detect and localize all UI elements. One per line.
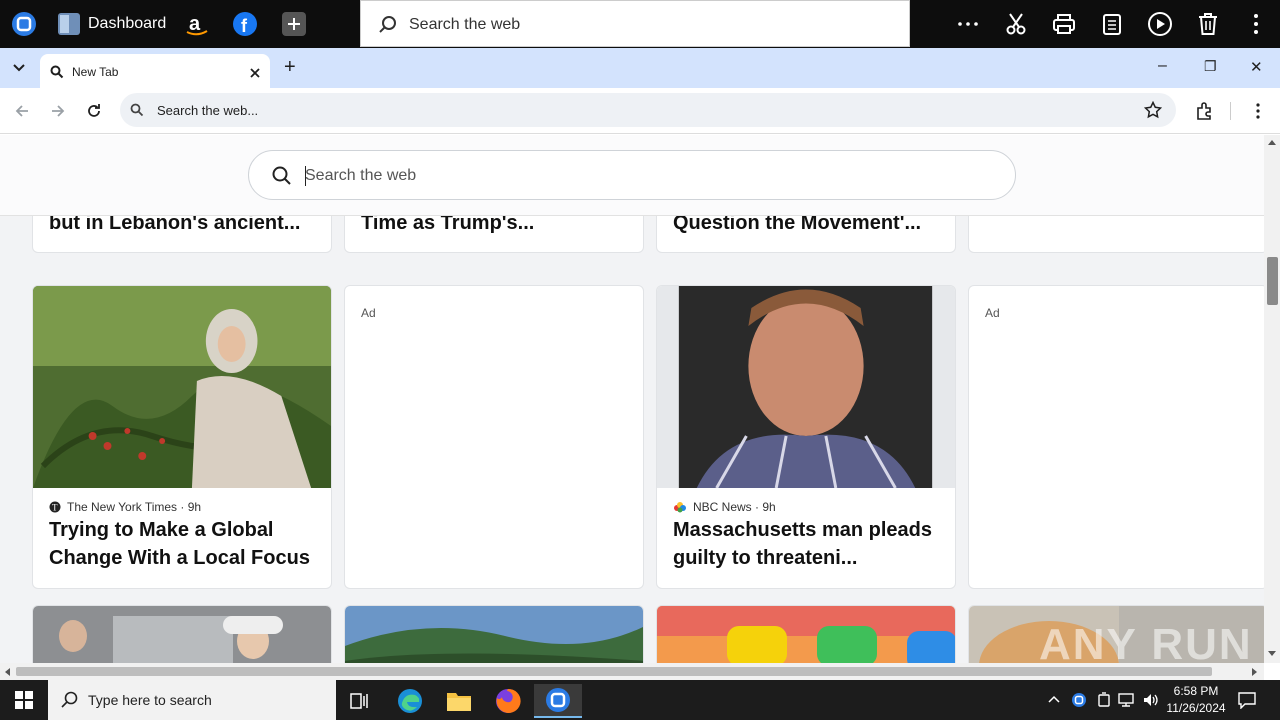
play-icon[interactable] [1146,10,1174,38]
dashboard-label[interactable]: Dashboard [88,15,166,33]
svg-text:f: f [241,16,248,36]
article-image [33,606,331,663]
vertical-scroll-thumb[interactable] [1267,257,1278,305]
forward-icon[interactable] [50,103,66,119]
minimize-button[interactable]: – [1158,57,1167,75]
page-content: Search the web but in Lebanon's ancient.… [0,135,1264,663]
taskbar-search-placeholder: Type here to search [88,692,212,708]
chevron-up-icon[interactable] [1048,695,1060,703]
article-image [657,606,955,663]
tab-new-tab[interactable]: New Tab [40,54,270,88]
search-icon [272,166,291,185]
dashboard-icon[interactable] [55,10,83,38]
menu-icon[interactable] [1242,10,1270,38]
tab-list-chevron-icon[interactable] [6,58,32,78]
new-tab-button[interactable]: + [284,56,296,79]
news-card[interactable]: NBC News · 9h Massachusetts man pleads g… [656,285,956,589]
device-icon[interactable] [1096,692,1112,708]
facebook-icon[interactable]: f [231,10,259,38]
ad-card[interactable]: Ad [344,285,644,589]
more-icon[interactable] [954,10,982,38]
plus-icon[interactable] [280,10,308,38]
notifications-icon[interactable] [1238,691,1256,709]
browser-menu-icon[interactable] [1250,102,1266,120]
cut-icon[interactable] [1002,10,1030,38]
news-card[interactable] [656,605,956,663]
article-source: T The New York Times · 9h [49,500,201,514]
search-icon [379,16,396,33]
address-bar[interactable]: Search the web... [120,93,1176,127]
windows-taskbar: Type here to search 6:58 PM 11/26/2024 [0,680,1280,720]
amazon-icon[interactable]: a [183,10,211,38]
article-source-text: NBC News · 9h [693,500,776,514]
toolbar-divider [1230,102,1231,120]
clock-date: 11/26/2024 [1166,701,1226,715]
task-view-icon[interactable] [336,684,384,718]
scroll-up-icon[interactable] [1268,139,1276,145]
bookmark-star-icon[interactable] [1144,101,1162,119]
watermark-text: ANY RUN [1039,620,1253,663]
ad-label: Ad [361,306,376,320]
news-card[interactable] [344,605,644,663]
close-window-button[interactable]: ✕ [1250,58,1263,76]
close-tab-icon[interactable] [250,68,260,78]
windows-logo-icon [15,691,33,709]
start-button[interactable] [0,680,48,720]
restore-button[interactable]: ❐ [1204,58,1217,75]
volume-icon[interactable] [1142,692,1160,708]
horizontal-scrollbar[interactable] [0,663,1264,680]
network-icon[interactable] [1118,692,1136,708]
nbc-logo-icon [674,502,686,513]
ad-card[interactable]: Ad [968,285,1264,589]
app-taskbar-icon[interactable] [534,684,582,718]
top-app-bar: Dashboard a f Search the web [0,0,1280,48]
horizontal-scroll-thumb[interactable] [16,667,1212,676]
article-image [657,286,955,488]
article-image [33,286,331,488]
top-search-placeholder: Search the web [409,16,521,33]
print-icon[interactable] [1050,10,1078,38]
nyt-logo-icon: T [49,501,61,513]
card-headline: Trying to Make a Global Change With a Lo… [49,519,310,569]
taskbar-search-box[interactable]: Type here to search [48,680,336,720]
card-headline: Massachusetts man pleads guilty to threa… [673,519,932,569]
extensions-icon[interactable] [1195,101,1215,121]
scroll-right-icon[interactable] [1252,668,1258,676]
news-card[interactable]: T The New York Times · 9h Trying to Make… [32,285,332,589]
ad-label: Ad [985,306,1000,320]
news-card[interactable]: ANY RUN [968,605,1264,663]
clock-time: 6:58 PM [1173,684,1219,698]
tab-title: New Tab [72,65,119,79]
search-icon [50,65,64,79]
scroll-left-icon[interactable] [4,668,10,676]
reload-icon[interactable] [86,103,102,119]
back-icon[interactable] [14,103,30,119]
page-search-placeholder: Search the web [305,167,417,184]
address-bar-text: Search the web... [157,103,259,118]
app-tray-icon[interactable] [1071,692,1087,708]
article-source: NBC News · 9h [673,500,776,514]
article-image [345,606,643,663]
trash-icon[interactable] [1194,10,1222,38]
file-explorer-icon[interactable] [435,684,483,718]
news-card[interactable] [32,605,332,663]
vertical-scrollbar[interactable] [1264,135,1280,663]
app-icon[interactable] [10,10,38,38]
firefox-icon[interactable] [484,684,532,718]
system-clock[interactable]: 6:58 PM 11/26/2024 [1160,683,1232,717]
page-search-band: Search the web [0,135,1264,216]
scroll-down-icon[interactable] [1268,651,1276,657]
article-source-text: The New York Times · 9h [67,500,202,514]
tab-strip: New Tab + – ❐ ✕ [0,48,1280,88]
edge-icon[interactable] [386,684,434,718]
svg-text:T: T [52,503,58,513]
search-icon [130,103,144,117]
text-caret [305,166,306,186]
clipboard-icon[interactable] [1098,10,1126,38]
address-bar-row: Search the web... [0,88,1280,134]
page-search-input[interactable]: Search the web [248,150,1016,200]
search-icon [61,691,78,708]
top-search-bar[interactable]: Search the web [360,0,910,47]
svg-text:a: a [189,13,201,35]
